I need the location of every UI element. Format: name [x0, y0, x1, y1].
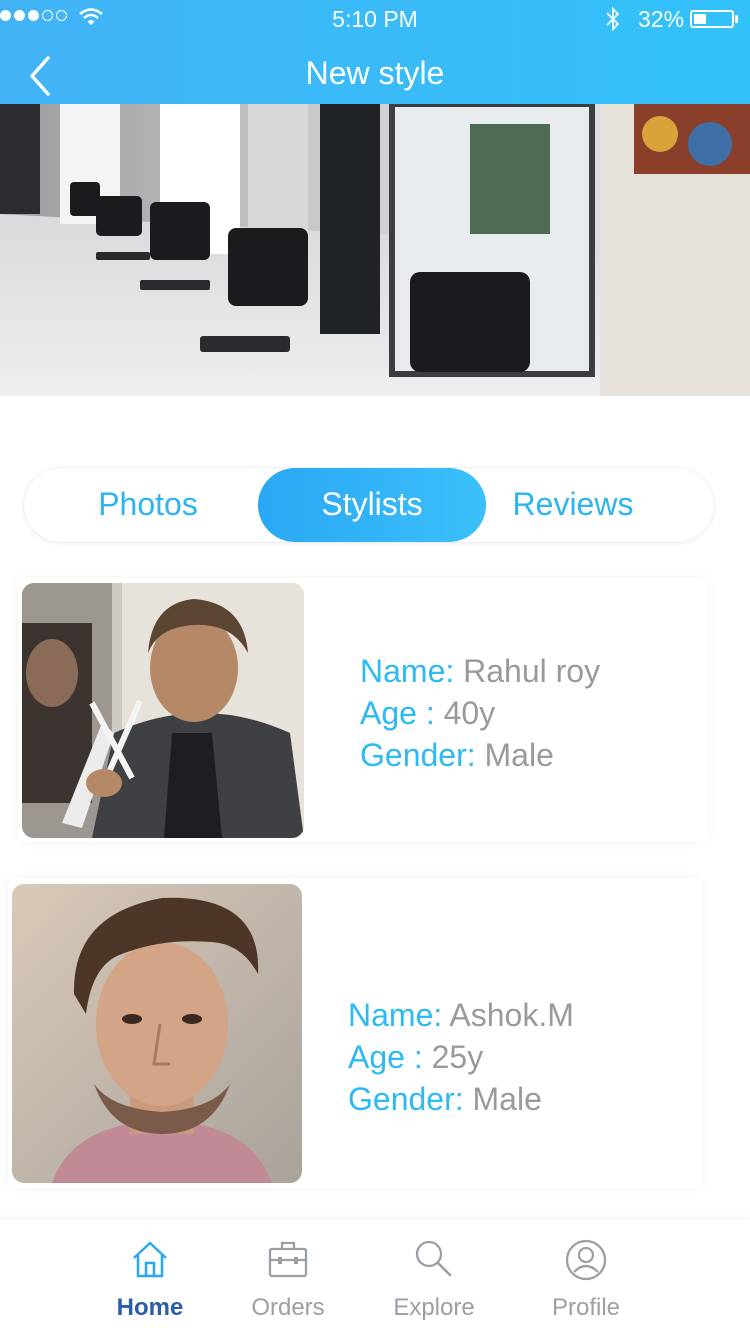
stylist-name: Rahul roy	[463, 653, 601, 689]
segment-tabs: Photos Stylists Reviews	[24, 468, 714, 542]
stylist-name: Ashok.M	[449, 997, 574, 1033]
stylist-gender: Male	[484, 737, 554, 773]
tab-stylists[interactable]: Stylists	[258, 468, 486, 542]
nav-profile[interactable]: Profile	[516, 1220, 656, 1334]
battery-level-fill	[694, 14, 706, 24]
gender-label: Gender:	[360, 737, 476, 773]
salon-hero-image	[0, 104, 750, 396]
bluetooth-icon	[606, 6, 620, 32]
briefcase-icon	[268, 1241, 308, 1278]
home-icon	[133, 1241, 167, 1278]
stylist-info: Name: Rahul roy Age : 40y Gender: Male	[360, 650, 600, 776]
user-icon	[565, 1239, 607, 1281]
nav-orders[interactable]: Orders	[218, 1220, 358, 1334]
stylist-photo	[22, 583, 304, 838]
stylist-age: 40y	[443, 695, 496, 731]
tab-photos[interactable]: Photos	[58, 468, 238, 542]
battery-icon	[690, 10, 734, 28]
stylist-photo	[12, 884, 302, 1183]
stylist-card[interactable]: Name: Ashok.M Age : 25y Gender: Male	[8, 878, 702, 1188]
nav-profile-label: Profile	[551, 1294, 621, 1321]
bottom-nav: Home Orders Explore Profile	[0, 1220, 750, 1334]
gender-label: Gender:	[348, 1081, 464, 1117]
age-label: Age :	[360, 695, 435, 731]
nav-home-label: Home	[116, 1294, 184, 1321]
nav-orders-label: Orders	[251, 1294, 325, 1321]
page-title: New style	[305, 55, 445, 91]
tab-reviews[interactable]: Reviews	[490, 468, 656, 542]
stylist-age: 25y	[431, 1039, 484, 1075]
status-bar: 5:10 PM 32%	[0, 0, 750, 40]
stylist-gender: Male	[472, 1081, 542, 1117]
app-header: 5:10 PM 32% New style	[0, 0, 750, 104]
search-icon	[415, 1240, 452, 1277]
age-label: Age :	[348, 1039, 423, 1075]
stylist-info: Name: Ashok.M Age : 25y Gender: Male	[348, 994, 574, 1120]
name-label: Name:	[348, 997, 443, 1033]
battery-percent: 32%	[638, 6, 685, 32]
nav-explore[interactable]: Explore	[364, 1220, 504, 1334]
nav-home[interactable]: Home	[80, 1220, 220, 1334]
stylist-card[interactable]: Name: Rahul roy Age : 40y Gender: Male	[18, 578, 708, 842]
name-label: Name:	[360, 653, 455, 689]
nav-explore-label: Explore	[393, 1294, 475, 1321]
